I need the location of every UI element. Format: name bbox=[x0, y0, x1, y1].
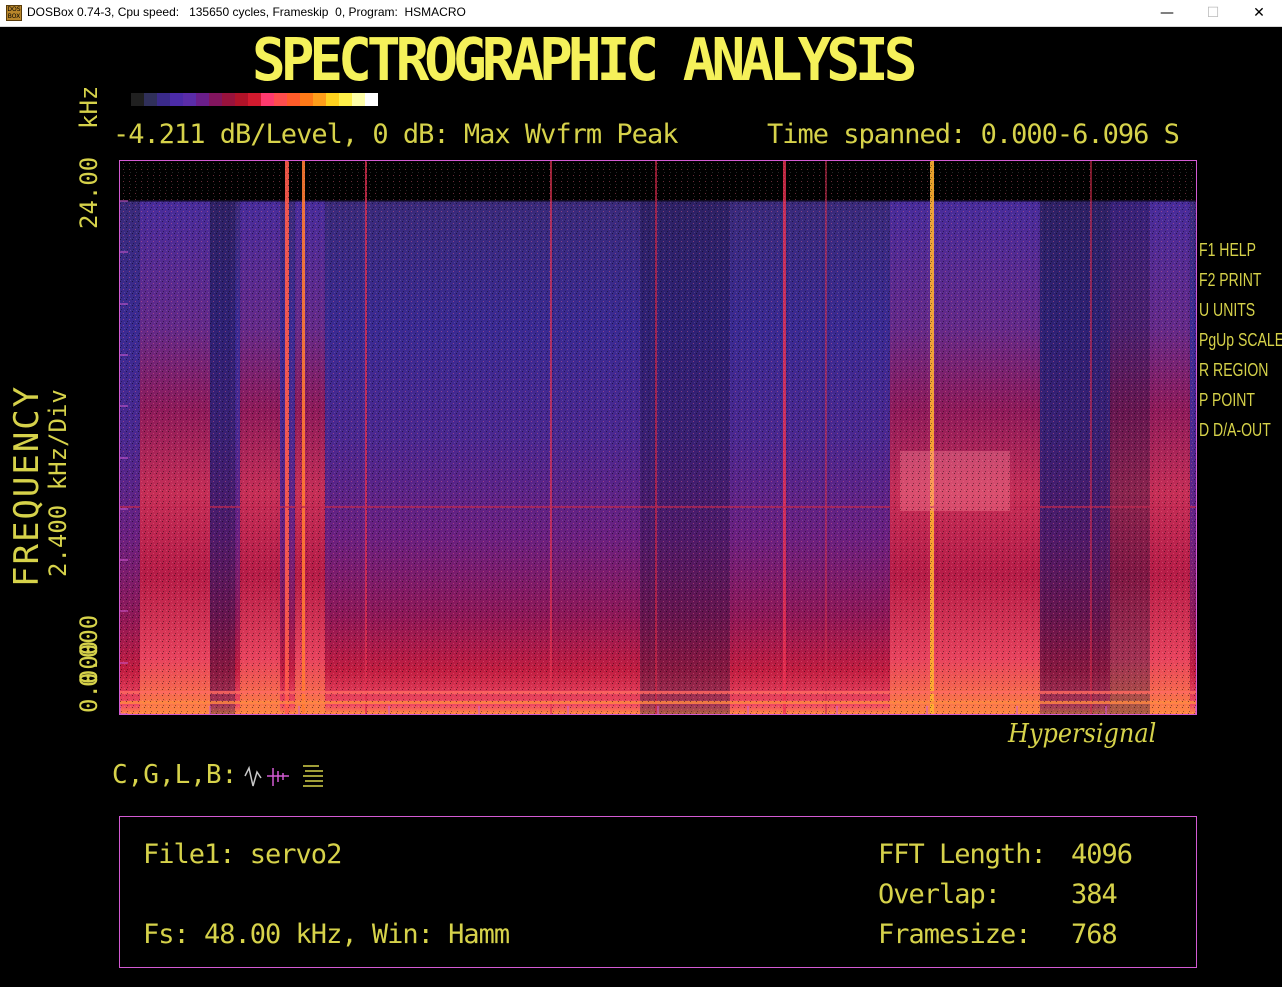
stacked-lines-icon[interactable] bbox=[303, 765, 323, 787]
display-mode-label: C,G,L,B: bbox=[112, 760, 238, 790]
hypersignal-brand: Hypersignal bbox=[1008, 717, 1157, 749]
palette-swatch bbox=[118, 93, 131, 106]
color-level-palette bbox=[118, 93, 378, 106]
dosbox-app-icon[interactable]: DOS BOX bbox=[6, 5, 22, 21]
palette-swatch bbox=[300, 93, 313, 106]
sampling-info: Fs: 48.00 kHz, Win: Hamm bbox=[143, 919, 510, 950]
palette-swatch bbox=[235, 93, 248, 106]
overlap-label: Overlap: bbox=[878, 879, 1001, 910]
palette-swatch bbox=[183, 93, 196, 106]
palette-swatch bbox=[261, 93, 274, 106]
key-f1-help[interactable]: F1 HELP bbox=[1199, 235, 1282, 265]
key-pgup-scale[interactable]: PgUp SCALE bbox=[1199, 325, 1282, 355]
palette-swatch bbox=[326, 93, 339, 106]
palette-swatch bbox=[365, 93, 378, 106]
palette-swatch bbox=[170, 93, 183, 106]
spectrum-lines-icon[interactable] bbox=[267, 768, 289, 786]
key-d-da-out[interactable]: D D/A-OUT bbox=[1199, 415, 1282, 445]
db-scale-info: -4.211 dB/Level, 0 dB: Max Wvfrm Peak bbox=[113, 119, 678, 150]
palette-swatch bbox=[131, 93, 144, 106]
palette-swatch bbox=[313, 93, 326, 106]
palette-swatch bbox=[274, 93, 287, 106]
key-u-units[interactable]: U UNITS bbox=[1199, 295, 1282, 325]
fft-length-value: 4096 bbox=[1071, 839, 1133, 870]
waveform-icon[interactable] bbox=[244, 765, 262, 787]
page-title: SPECTROGRAPHIC ANALYSIS bbox=[252, 26, 917, 95]
palette-swatch bbox=[287, 93, 300, 106]
palette-swatch bbox=[209, 93, 222, 106]
close-button[interactable]: ✕ bbox=[1236, 0, 1282, 26]
palette-swatch bbox=[196, 93, 209, 106]
key-f2-print[interactable]: F2 PRINT bbox=[1199, 265, 1282, 295]
minimize-button[interactable]: — bbox=[1144, 0, 1190, 26]
framesize-label: Framesize: bbox=[878, 919, 1032, 950]
app-icon-text: DOS BOX bbox=[7, 6, 21, 20]
palette-swatch bbox=[339, 93, 352, 106]
display-mode-icons bbox=[244, 765, 323, 787]
spectrogram-noise bbox=[120, 161, 1196, 714]
maximize-button[interactable]: ☐ bbox=[1190, 0, 1236, 26]
palette-swatch bbox=[157, 93, 170, 106]
spectrogram-plot[interactable] bbox=[119, 160, 1197, 715]
window-titlebar: DOS BOX DOSBox 0.74-3, Cpu speed: 135650… bbox=[0, 0, 1282, 27]
function-key-menu: F1 HELP F2 PRINT U UNITS PgUp SCALE R RE… bbox=[1199, 235, 1282, 445]
window-title: DOSBox 0.74-3, Cpu speed: 135650 cycles,… bbox=[27, 5, 466, 19]
time-spanned-info: Time spanned: 0.000-6.096 S bbox=[767, 119, 1180, 150]
framesize-value: 768 bbox=[1071, 919, 1118, 950]
overlap-value: 384 bbox=[1071, 879, 1118, 910]
y-axis-division-label: 2.400 kHz/Div bbox=[44, 389, 72, 577]
y-axis-bottom-value: 0.000 bbox=[75, 640, 103, 713]
file-name: File1: servo2 bbox=[143, 839, 342, 870]
y-axis-top-value: 24.00 bbox=[75, 156, 103, 229]
key-p-point[interactable]: P POINT bbox=[1199, 385, 1282, 415]
file-info-panel: File1: servo2 Fs: 48.00 kHz, Win: Hamm F… bbox=[119, 816, 1197, 968]
palette-swatch bbox=[144, 93, 157, 106]
key-r-region[interactable]: R REGION bbox=[1199, 355, 1282, 385]
palette-swatch bbox=[352, 93, 365, 106]
spectrogram-svg bbox=[120, 161, 1196, 714]
palette-swatch bbox=[222, 93, 235, 106]
y-axis-unit: kHz bbox=[75, 85, 103, 129]
dos-screen: SPECTROGRAPHIC ANALYSIS -4.211 dB/Level,… bbox=[0, 26, 1282, 987]
fft-length-label: FFT Length: bbox=[878, 839, 1047, 870]
palette-swatch bbox=[248, 93, 261, 106]
y-axis-title: FREQUENCY bbox=[7, 384, 47, 587]
